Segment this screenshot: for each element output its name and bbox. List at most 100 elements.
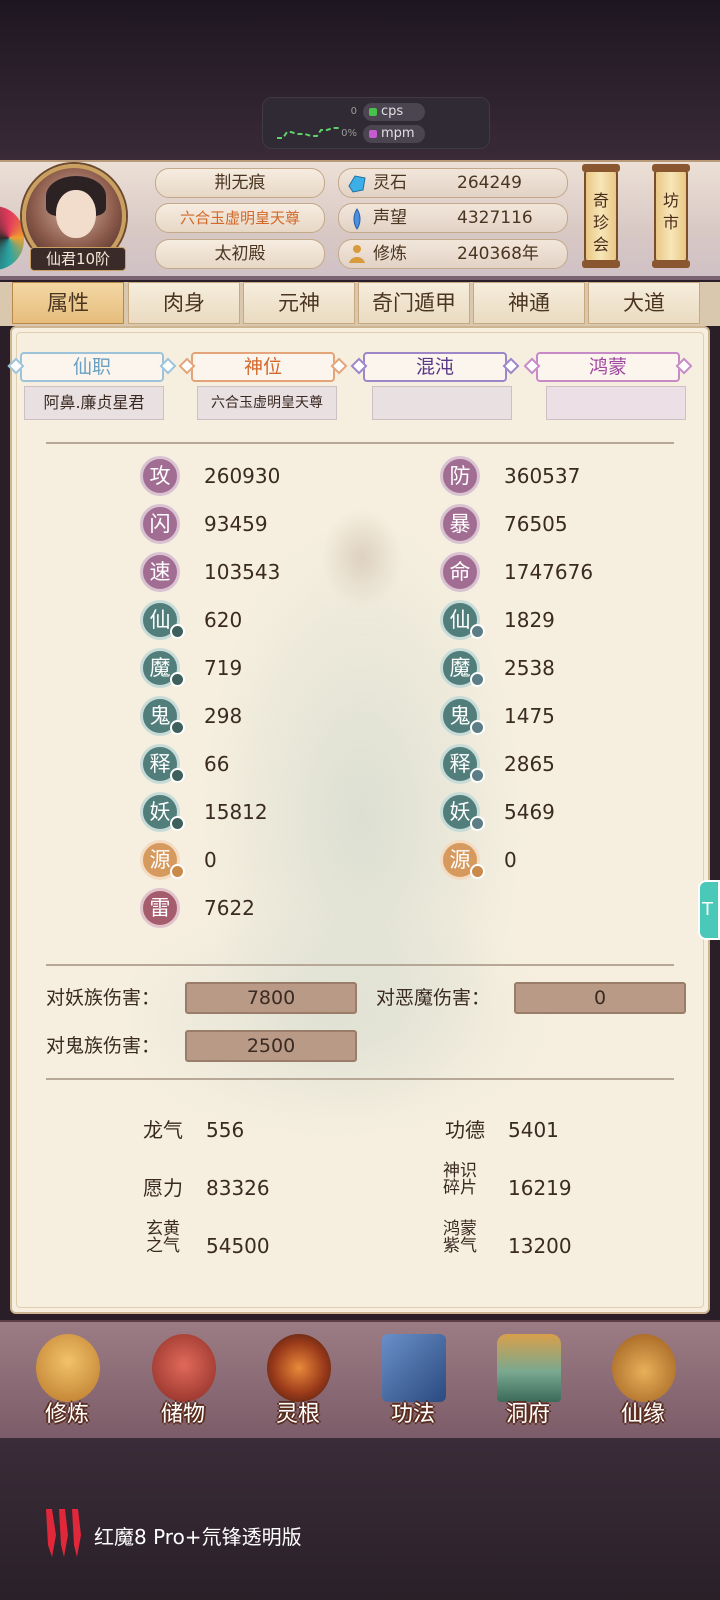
resource-soul-fragment[interactable]: 神识碎片 16219	[440, 1163, 700, 1213]
treasure-fair-button[interactable]: 奇珍会	[582, 164, 620, 268]
resource-merit[interactable]: 功德 5401	[440, 1105, 700, 1155]
nav-fate[interactable]: 仙缘	[588, 1330, 698, 1434]
cps-value: 0	[350, 106, 357, 117]
attr-value: 1829	[504, 608, 555, 632]
bottom-navigation: 修炼 储物 灵根 功法 洞府 仙缘	[0, 1320, 720, 1438]
attr-ghost-def[interactable]: 鬼 1475	[440, 696, 680, 736]
attr-value: 66	[204, 752, 230, 776]
attr-origin-atk[interactable]: 源0	[140, 840, 380, 880]
immortal-post-value: 阿鼻.廉贞星君	[24, 386, 164, 420]
attr-icon: 攻	[140, 456, 180, 496]
attack-badge-icon	[170, 816, 185, 831]
attr-crit[interactable]: 暴 76505	[440, 504, 680, 544]
mpm-label: mpm	[381, 126, 415, 141]
nav-label: 灵根	[275, 1402, 320, 1427]
ghost-damage-value: 2500	[185, 1030, 357, 1062]
attr-yao-def[interactable]: 妖 5469	[440, 792, 680, 832]
resource-dragon-qi[interactable]: 龙气 556	[138, 1105, 398, 1155]
resource-value: 13200	[508, 1234, 572, 1258]
defense-badge-icon	[470, 672, 485, 687]
rank-tab-chaos[interactable]: 混沌	[350, 352, 520, 384]
resource-xuanhuang-qi[interactable]: 玄黄之气 54500	[138, 1221, 398, 1271]
attr-speed[interactable]: 速 103543	[140, 552, 380, 592]
demon-damage-label: 对恶魔伤害：	[376, 987, 491, 1009]
attr-value: 15812	[204, 800, 268, 824]
attr-dodge[interactable]: 闪 93459	[140, 504, 380, 544]
spirit-root-icon	[267, 1334, 331, 1402]
attr-value: 2538	[504, 656, 555, 680]
attack-badge-icon	[170, 768, 185, 783]
defense-badge-icon	[470, 768, 485, 783]
prestige-icon	[353, 208, 361, 230]
tab-soul[interactable]: 元神	[243, 282, 355, 324]
attr-buddha-def[interactable]: 释 2865	[440, 744, 680, 784]
cps-row: 0 cps	[339, 103, 479, 121]
stat-value: 240368年	[457, 244, 539, 264]
tab-attributes[interactable]: 属性	[12, 282, 124, 324]
attack-badge-icon	[170, 720, 185, 735]
market-button[interactable]: 坊市	[652, 164, 690, 268]
nav-cultivate[interactable]: 修炼	[12, 1330, 122, 1434]
rank-tab-divine-seat[interactable]: 神位	[178, 352, 348, 384]
attack-badge-icon	[170, 624, 185, 639]
nav-label: 修炼	[44, 1402, 89, 1427]
perf-graph-icon	[277, 127, 339, 139]
resource-value: 5401	[508, 1118, 559, 1142]
attr-hp[interactable]: 命 1747676	[440, 552, 680, 592]
attr-immortal-atk[interactable]: 仙 620	[140, 600, 380, 640]
player-hall: 太初殿	[155, 239, 325, 269]
nav-cave[interactable]: 洞府	[473, 1330, 583, 1434]
attr-value: 1747676	[504, 560, 594, 584]
attr-immortal-def[interactable]: 仙 1829	[440, 600, 680, 640]
avatar-face	[56, 190, 96, 238]
resource-label: 愿力	[143, 1176, 183, 1200]
attack-badge-icon	[170, 864, 185, 879]
player-title: 六合玉虚明皇天尊	[155, 203, 325, 233]
resource-hongmeng-purple[interactable]: 鸿蒙紫气 13200	[440, 1221, 700, 1271]
attr-value: 0	[204, 848, 217, 872]
mpm-row: 0% mpm	[339, 125, 479, 143]
tab-body[interactable]: 肉身	[128, 282, 240, 324]
device-watermark-area	[0, 1438, 720, 1600]
mpm-value: 0%	[341, 128, 357, 139]
yao-damage-value: 7800	[185, 982, 357, 1014]
defense-badge-icon	[470, 816, 485, 831]
cps-label: cps	[381, 104, 404, 119]
cps-color-icon	[369, 108, 377, 116]
rank-tab-immortal-post[interactable]: 仙职	[7, 352, 177, 384]
nav-label: 仙缘	[620, 1402, 665, 1427]
attr-attack[interactable]: 攻 260930	[140, 456, 380, 496]
divider	[46, 1078, 674, 1080]
tab-abilities[interactable]: 神通	[473, 282, 585, 324]
attr-value: 360537	[504, 464, 581, 488]
ghost-damage-label: 对鬼族伤害：	[46, 1035, 161, 1057]
rank-tab-label: 混沌	[415, 356, 454, 378]
attr-value: 298	[204, 704, 243, 728]
attr-ghost-atk[interactable]: 鬼 298	[140, 696, 380, 736]
nav-storage[interactable]: 储物	[128, 1330, 238, 1434]
side-floating-button[interactable]: T	[698, 880, 720, 940]
resource-wish-power[interactable]: 愿力 83326	[138, 1163, 398, 1213]
attr-yao-atk[interactable]: 妖 15812	[140, 792, 380, 832]
attr-defense[interactable]: 防 360537	[440, 456, 680, 496]
main-tabs: 属性 肉身 元神 奇门遁甲 神通 大道	[0, 282, 720, 326]
attr-buddha-atk[interactable]: 释 66	[140, 744, 380, 784]
attr-origin-def[interactable]: 源0	[440, 840, 680, 880]
stat-label: 修炼	[373, 244, 407, 264]
yao-damage-label: 对妖族伤害：	[46, 987, 161, 1009]
stat-value: 4327116	[457, 208, 533, 228]
tab-dao[interactable]: 大道	[588, 282, 700, 324]
rank-tab-hongmeng[interactable]: 鸿蒙	[523, 352, 693, 384]
performance-overlay: 0 cps 0% mpm	[262, 97, 490, 149]
attr-icon: 防	[440, 456, 480, 496]
attr-value: 7622	[204, 896, 255, 920]
attr-value: 5469	[504, 800, 555, 824]
attr-demon-atk[interactable]: 魔 719	[140, 648, 380, 688]
attr-thunder[interactable]: 雷 7622	[140, 888, 380, 928]
attr-demon-def[interactable]: 魔 2538	[440, 648, 680, 688]
nav-technique[interactable]: 功法	[358, 1330, 468, 1434]
nav-spirit-root[interactable]: 灵根	[243, 1330, 353, 1434]
attack-badge-icon	[170, 672, 185, 687]
spirit-stone-icon	[348, 175, 366, 193]
tab-qimen[interactable]: 奇门遁甲	[358, 282, 470, 324]
